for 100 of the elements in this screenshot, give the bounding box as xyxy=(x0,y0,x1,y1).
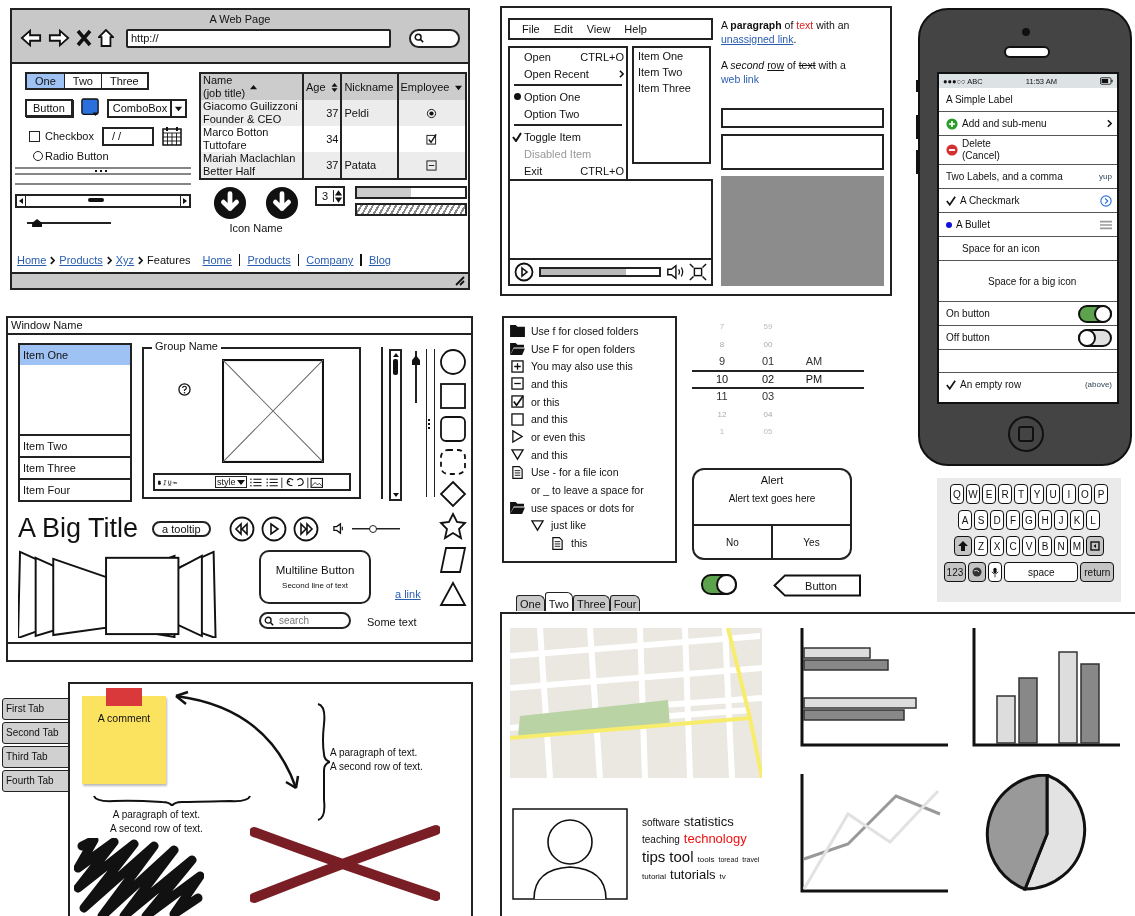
picker-value[interactable]: PM xyxy=(805,370,823,388)
list-item[interactable]: Item Four xyxy=(20,478,130,500)
resize-grip-icon[interactable] xyxy=(453,274,465,286)
tag[interactable]: tools xyxy=(697,855,715,864)
list-item[interactable]: Item Three xyxy=(20,456,130,478)
play-icon[interactable] xyxy=(514,262,534,282)
picker-value[interactable]: 11 xyxy=(716,388,728,406)
help-icon[interactable] xyxy=(178,383,191,396)
radio-icon[interactable] xyxy=(426,108,438,120)
left-arrow-icon[interactable] xyxy=(17,197,25,205)
breadcrumb-link[interactable]: Home xyxy=(17,254,47,266)
menu-item[interactable]: Option One xyxy=(510,88,626,105)
date-field[interactable]: / / xyxy=(101,126,154,146)
play-icon[interactable] xyxy=(260,515,287,542)
key[interactable]: S xyxy=(974,510,988,530)
add-icon[interactable] xyxy=(946,117,958,130)
text-field[interactable] xyxy=(721,108,884,128)
tree-item[interactable]: or even this xyxy=(531,430,586,443)
tab[interactable]: Three xyxy=(573,595,610,611)
key[interactable]: R xyxy=(998,484,1012,504)
tree-item[interactable]: Use - for a file icon xyxy=(531,466,619,479)
splitter-drawing[interactable] xyxy=(15,166,191,186)
button[interactable]: Button xyxy=(25,99,73,117)
row-label[interactable]: Add and sub-menu xyxy=(962,118,1103,129)
tree-item[interactable]: Use f for closed folders xyxy=(531,324,639,337)
alert-button[interactable]: Yes xyxy=(771,526,850,558)
down-arrow-icon[interactable] xyxy=(391,491,400,499)
search-field[interactable] xyxy=(409,28,460,48)
key[interactable]: M xyxy=(1070,536,1084,556)
key[interactable]: C xyxy=(1006,536,1020,556)
breadcrumb-link[interactable]: Products xyxy=(59,254,103,266)
list-item[interactable]: Item Two xyxy=(20,434,130,456)
space-key[interactable]: space xyxy=(1004,562,1079,582)
color-picker-icon[interactable] xyxy=(80,98,99,118)
key[interactable]: L xyxy=(1086,510,1100,530)
key[interactable]: U xyxy=(1046,484,1060,504)
tree-item[interactable]: or this xyxy=(531,395,560,408)
side-tab[interactable]: Second Tab xyxy=(2,722,69,744)
picker-value[interactable]: 02 xyxy=(761,370,775,388)
side-tab[interactable]: First Tab xyxy=(2,698,69,720)
row-label[interactable]: A Simple Label xyxy=(946,94,1013,105)
close-icon[interactable] xyxy=(76,29,92,47)
key[interactable]: E xyxy=(982,484,996,504)
fullscreen-icon[interactable] xyxy=(689,263,707,281)
rewind-icon[interactable] xyxy=(228,515,255,542)
picker-value[interactable]: 01 xyxy=(761,353,775,371)
link[interactable]: web link xyxy=(721,73,759,85)
menu-title[interactable]: View xyxy=(586,23,611,35)
scroll-thumb[interactable] xyxy=(393,359,398,375)
forward-icon[interactable] xyxy=(48,28,70,48)
number-stepper[interactable]: 3 xyxy=(315,186,346,206)
key[interactable]: F xyxy=(1006,510,1020,530)
remove-icon[interactable] xyxy=(946,144,958,156)
menu-item[interactable]: Open Recent xyxy=(510,65,626,82)
calendar-icon[interactable] xyxy=(161,126,182,146)
row-label[interactable]: A Bullet xyxy=(956,219,1096,230)
tree-item[interactable]: use spaces or dots for xyxy=(531,501,635,514)
vertical-splitter[interactable] xyxy=(426,349,435,497)
menu-title[interactable]: File xyxy=(522,23,540,35)
row-label[interactable]: Delete (Cancel) xyxy=(962,138,1112,162)
menu-item[interactable]: Option Two xyxy=(510,105,626,122)
text-area[interactable] xyxy=(721,134,884,170)
key[interactable]: D xyxy=(990,510,1004,530)
tree-item[interactable]: You may also use this xyxy=(531,360,633,373)
menu-item[interactable]: Exit CTRL+O xyxy=(510,162,626,179)
tag[interactable]: software xyxy=(642,817,680,828)
key[interactable]: I xyxy=(1062,484,1076,504)
picker-value[interactable]: AM xyxy=(805,353,823,371)
key[interactable]: N xyxy=(1054,536,1068,556)
checkbox[interactable]: Checkbox xyxy=(29,130,94,142)
key[interactable]: X xyxy=(990,536,1004,556)
nav-link[interactable]: Company xyxy=(306,254,354,266)
key[interactable]: T xyxy=(1014,484,1028,504)
right-arrow-icon[interactable] xyxy=(181,197,189,205)
microphone-key[interactable] xyxy=(988,562,1003,582)
key[interactable]: A xyxy=(958,510,972,530)
link[interactable]: a link xyxy=(395,588,421,600)
checkbox-icon[interactable] xyxy=(426,134,438,146)
tag[interactable]: tutorials xyxy=(670,867,716,882)
multiline-button[interactable]: Multiline Button Second line of text xyxy=(259,550,371,604)
back-icon[interactable] xyxy=(20,28,42,48)
toggle-switch[interactable] xyxy=(1078,304,1112,323)
key[interactable]: J xyxy=(1054,510,1068,530)
key[interactable]: G xyxy=(1022,510,1036,530)
globe-key[interactable] xyxy=(968,562,987,582)
picker-value[interactable]: 9 xyxy=(718,353,726,371)
list-item[interactable]: Item One xyxy=(20,345,130,365)
tab[interactable]: Four xyxy=(609,595,641,611)
key[interactable]: W xyxy=(966,484,980,504)
chevron-icon[interactable] xyxy=(1107,119,1112,128)
column-header[interactable]: Employee xyxy=(397,73,466,100)
nav-link[interactable]: Home xyxy=(202,254,232,266)
tag[interactable]: tips xyxy=(642,848,666,865)
shift-key[interactable] xyxy=(954,536,972,556)
search-field[interactable]: search xyxy=(259,612,351,629)
volume-icon[interactable] xyxy=(666,263,684,281)
return-key[interactable]: return xyxy=(1080,562,1115,582)
breadcrumb-link[interactable]: Xyz xyxy=(115,254,135,266)
tree-item[interactable]: and this xyxy=(531,448,568,461)
tag[interactable]: tutorial xyxy=(642,872,666,881)
